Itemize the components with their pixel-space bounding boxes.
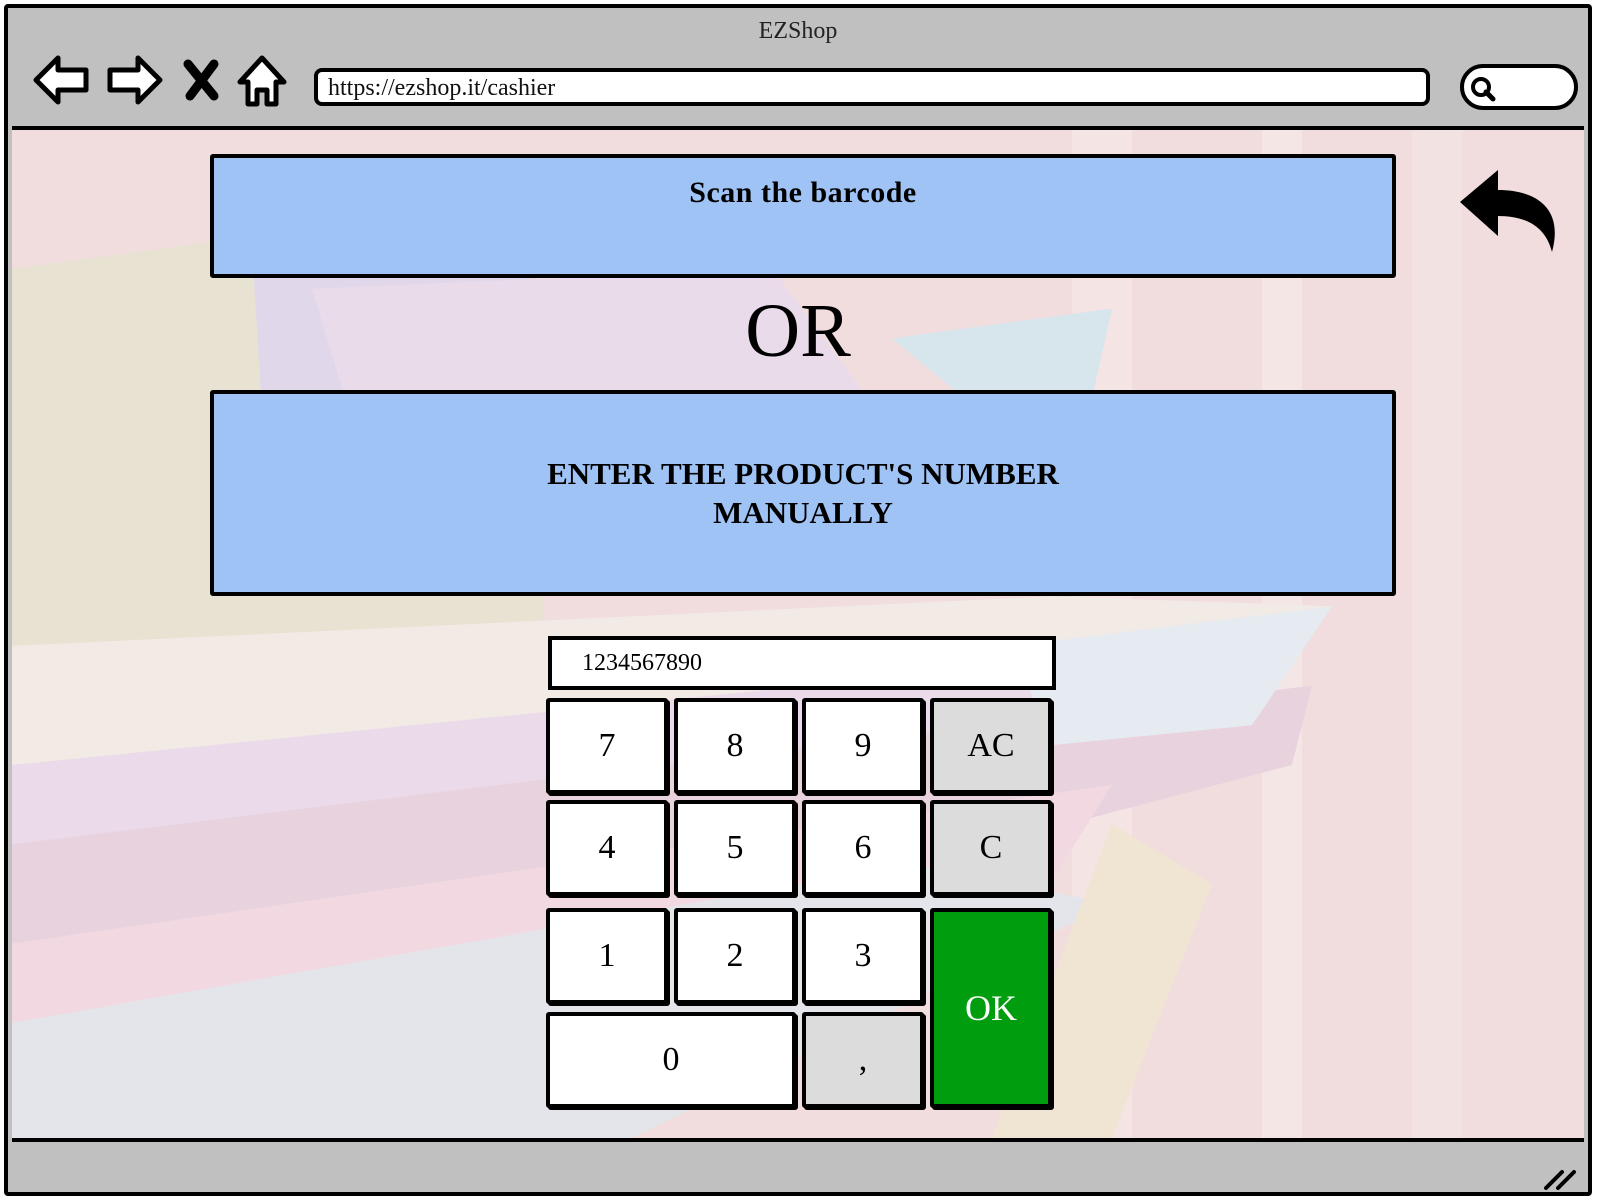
key-4[interactable]: 4 xyxy=(546,800,668,896)
browser-toolbar: EZShop https://ezshop.it/cashier xyxy=(8,8,1588,120)
ok-button[interactable]: OK xyxy=(930,908,1052,1108)
search-input[interactable] xyxy=(1460,64,1578,110)
manual-entry-label: ENTER THE PRODUCT'S NUMBER MANUALLY xyxy=(547,456,1059,530)
number-display[interactable]: 1234567890 xyxy=(548,636,1056,690)
undo-arrow-icon[interactable] xyxy=(1456,168,1566,258)
key-7[interactable]: 7 xyxy=(546,698,668,794)
key-6[interactable]: 6 xyxy=(802,800,924,896)
manual-entry-panel[interactable]: ENTER THE PRODUCT'S NUMBER MANUALLY xyxy=(210,390,1396,596)
search-icon xyxy=(1471,77,1496,102)
resize-handle-icon[interactable] xyxy=(1542,1162,1578,1192)
key-2[interactable]: 2 xyxy=(674,908,796,1004)
background-image xyxy=(12,130,1584,1138)
home-icon[interactable] xyxy=(236,50,288,110)
status-bar xyxy=(8,1146,1588,1192)
page-content: Scan the barcode OR ENTER THE PRODUCT'S … xyxy=(12,126,1584,1142)
scan-barcode-label: Scan the barcode xyxy=(689,176,917,209)
window-title: EZShop xyxy=(758,18,838,44)
key-1[interactable]: 1 xyxy=(546,908,668,1004)
back-arrow-icon[interactable] xyxy=(32,50,92,110)
key-3[interactable]: 3 xyxy=(802,908,924,1004)
forward-arrow-icon[interactable] xyxy=(104,50,164,110)
clear-button[interactable]: C xyxy=(930,800,1052,896)
comma-button[interactable]: , xyxy=(802,1012,924,1108)
key-5[interactable]: 5 xyxy=(674,800,796,896)
close-icon[interactable] xyxy=(178,50,224,110)
browser-window: EZShop https://ezshop.it/cashier Scan th… xyxy=(4,4,1592,1196)
address-bar[interactable]: https://ezshop.it/cashier xyxy=(314,68,1430,106)
all-clear-button[interactable]: AC xyxy=(930,698,1052,794)
key-9[interactable]: 9 xyxy=(802,698,924,794)
scan-barcode-panel[interactable]: Scan the barcode xyxy=(210,154,1396,278)
or-separator: OR xyxy=(745,289,851,373)
key-8[interactable]: 8 xyxy=(674,698,796,794)
key-0[interactable]: 0 xyxy=(546,1012,796,1108)
